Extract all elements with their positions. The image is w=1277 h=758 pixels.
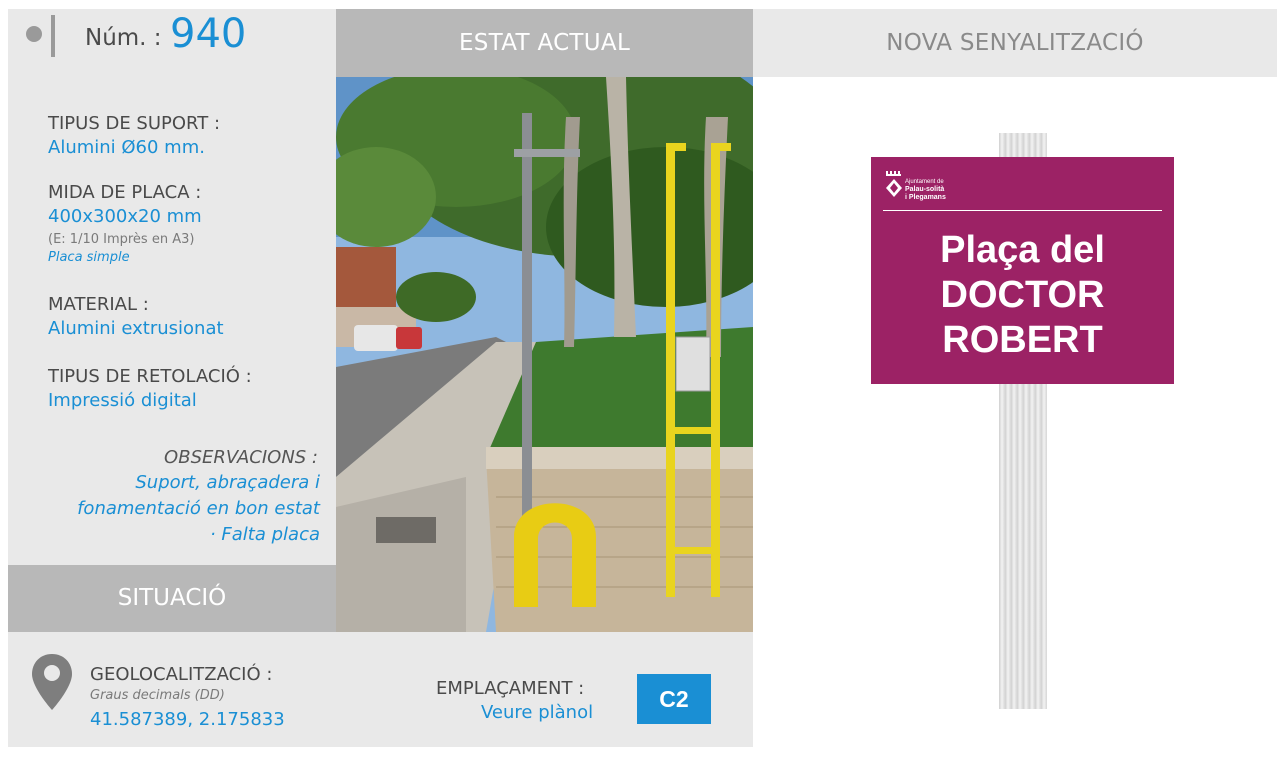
logo-line-3: i Plegamans bbox=[905, 194, 946, 201]
retolacio-value: Impressió digital bbox=[48, 390, 197, 411]
emplacament-label: EMPLAÇAMENT : bbox=[436, 678, 585, 699]
divider-bar bbox=[51, 15, 55, 57]
header-nova-senyalitzacio: NOVA SENYALITZACIÓ bbox=[753, 9, 1277, 77]
geolocalitzacio-value: 41.587389, 2.175833 bbox=[90, 709, 285, 730]
emplacament-code-badge[interactable]: C2 bbox=[637, 674, 711, 724]
municipal-crest-icon bbox=[886, 171, 902, 197]
observacions-line-1: Suport, abraçadera i bbox=[135, 472, 320, 493]
header-estat-actual: ESTAT ACTUAL bbox=[336, 9, 753, 77]
mida-placa-label: MIDA DE PLACA : bbox=[48, 182, 202, 203]
observacions-line-2: fonamentació en bon estat bbox=[77, 498, 320, 519]
sign-text-line-2: DOCTOR bbox=[940, 274, 1105, 316]
geolocalitzacio-label: GEOLOCALITZACIÓ : bbox=[90, 664, 273, 685]
mida-placa-scale: (E: 1/10 Imprès en A3) bbox=[48, 232, 195, 247]
mida-placa-type: Placa simple bbox=[48, 250, 130, 265]
number-value: 940 bbox=[170, 11, 247, 57]
logo-line-2: Palau-solità bbox=[905, 186, 945, 193]
retolacio-label: TIPUS DE RETOLACIÓ : bbox=[48, 366, 252, 387]
bullet-dot-icon bbox=[26, 26, 42, 42]
tipus-suport-value: Alumini Ø60 mm. bbox=[48, 137, 205, 158]
estat-actual-title: ESTAT ACTUAL bbox=[458, 30, 631, 56]
material-label: MATERIAL : bbox=[48, 294, 149, 315]
sign-text-line-1: Plaça del bbox=[940, 229, 1105, 271]
new-sign-plate: Ajuntament de Palau-solità i Plegamans P… bbox=[871, 157, 1174, 384]
sign-divider bbox=[883, 210, 1162, 211]
sign-text-line-3: ROBERT bbox=[942, 319, 1103, 361]
number-label: Núm. : bbox=[85, 25, 162, 51]
observacions-label: OBSERVACIONS : bbox=[164, 447, 318, 468]
logo-line-1: Ajuntament de bbox=[905, 179, 944, 185]
veure-planol-link[interactable]: Veure plànol bbox=[481, 702, 593, 723]
current-state-photo bbox=[336, 77, 753, 632]
location-pin-icon bbox=[32, 654, 72, 710]
nova-senyalitzacio-title: NOVA SENYALITZACIÓ bbox=[886, 30, 1144, 56]
geolocalitzacio-subtitle: Graus decimals (DD) bbox=[90, 688, 225, 703]
situacio-title: SITUACIÓ bbox=[8, 565, 336, 632]
material-value: Alumini extrusionat bbox=[48, 318, 224, 339]
mida-placa-value: 400x300x20 mm bbox=[48, 206, 202, 227]
tipus-suport-label: TIPUS DE SUPORT : bbox=[48, 113, 221, 134]
observacions-line-3: · Falta placa bbox=[209, 524, 320, 545]
